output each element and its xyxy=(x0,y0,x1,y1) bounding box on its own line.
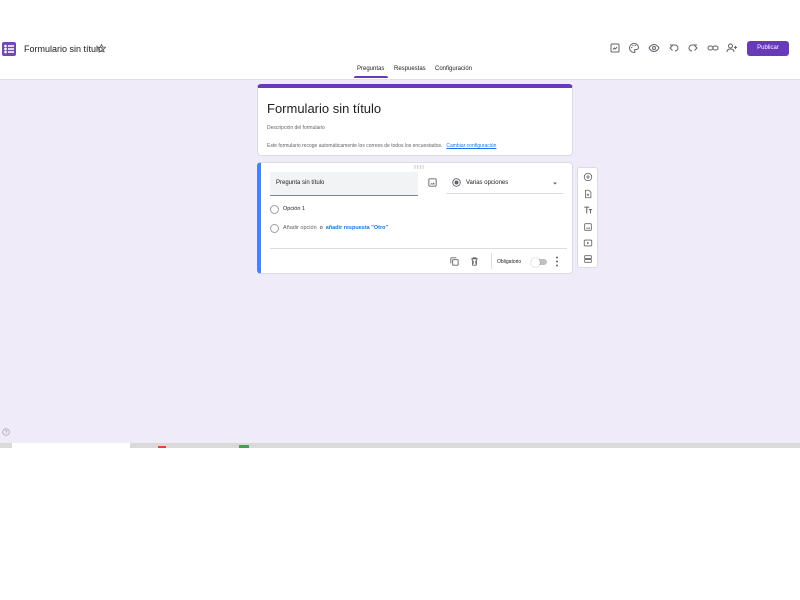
question-type-dropdown[interactable]: Varias opciones xyxy=(446,172,563,194)
tab-bar: Preguntas Respuestas Configuración xyxy=(0,62,800,80)
top-bar: Formulario sin título Publicar Preguntas… xyxy=(0,0,800,80)
add-video-icon[interactable] xyxy=(583,238,593,248)
required-label: Obligatorio xyxy=(497,259,522,265)
taskbar-app-icon xyxy=(158,446,166,448)
form-title[interactable]: Formulario sin título xyxy=(267,101,381,116)
option-radio xyxy=(270,205,279,214)
add-section-icon[interactable] xyxy=(583,254,593,264)
footer-separator xyxy=(491,253,492,269)
active-tab-indicator xyxy=(354,76,388,78)
publish-button[interactable]: Publicar xyxy=(747,41,789,56)
add-image-icon[interactable] xyxy=(583,222,593,232)
required-toggle-knob xyxy=(531,257,540,267)
taskbar-search xyxy=(12,443,130,448)
tab-settings[interactable]: Configuración xyxy=(435,66,472,72)
radio-button-icon xyxy=(452,178,461,187)
question-type-label: Varias opciones xyxy=(466,180,509,186)
question-title-input[interactable]: Pregunta sin título xyxy=(270,172,418,196)
add-option-separator: o xyxy=(319,225,323,231)
side-toolbar xyxy=(577,167,598,268)
preview-icon[interactable] xyxy=(648,42,660,54)
taskbar-app-icon xyxy=(239,445,249,448)
drag-handle-icon[interactable] xyxy=(414,165,424,169)
palette-icon[interactable] xyxy=(628,42,640,54)
import-questions-icon[interactable] xyxy=(583,189,593,199)
add-option-radio xyxy=(270,224,279,233)
add-option-row: Añadir opción o añadir respuesta "Otro" xyxy=(283,225,388,231)
help-icon[interactable] xyxy=(2,428,10,436)
link-icon[interactable] xyxy=(707,42,719,54)
add-image-icon[interactable] xyxy=(427,177,438,188)
option-label[interactable]: Opción 1 xyxy=(283,206,305,212)
required-toggle[interactable] xyxy=(531,257,547,267)
duplicate-icon[interactable] xyxy=(449,256,460,267)
form-description-input[interactable]: Descripción del formulario xyxy=(267,125,325,131)
tab-responses[interactable]: Respuestas xyxy=(394,66,426,72)
forms-editor: Formulario sin título Publicar Preguntas… xyxy=(0,0,800,448)
addon-icon[interactable] xyxy=(609,42,621,54)
question-footer-divider xyxy=(270,248,567,249)
email-collection-text: Este formulario recoge automáticamente l… xyxy=(267,143,443,149)
star-icon[interactable] xyxy=(96,43,107,54)
add-other-link[interactable]: añadir respuesta "Otro" xyxy=(326,225,388,231)
forms-logo-icon[interactable] xyxy=(2,42,16,56)
add-collaborator-icon[interactable] xyxy=(726,42,738,54)
delete-icon[interactable] xyxy=(469,256,480,267)
email-collection-note: Este formulario recoge automáticamente l… xyxy=(267,143,496,149)
form-header-card[interactable]: Formulario sin título Descripción del fo… xyxy=(257,84,573,156)
add-question-icon[interactable] xyxy=(583,172,593,182)
change-settings-link[interactable]: Cambiar configuración xyxy=(446,143,496,149)
redo-icon[interactable] xyxy=(687,42,699,54)
tab-questions[interactable]: Preguntas xyxy=(357,66,384,72)
more-options-icon[interactable] xyxy=(555,256,559,267)
question-card[interactable]: Pregunta sin título Varias opciones Opci… xyxy=(257,162,573,274)
add-option-link[interactable]: Añadir opción xyxy=(283,225,317,231)
add-title-icon[interactable] xyxy=(583,205,593,215)
undo-icon[interactable] xyxy=(668,42,680,54)
chevron-down-icon xyxy=(553,182,557,185)
document-title[interactable]: Formulario sin título xyxy=(24,44,103,54)
